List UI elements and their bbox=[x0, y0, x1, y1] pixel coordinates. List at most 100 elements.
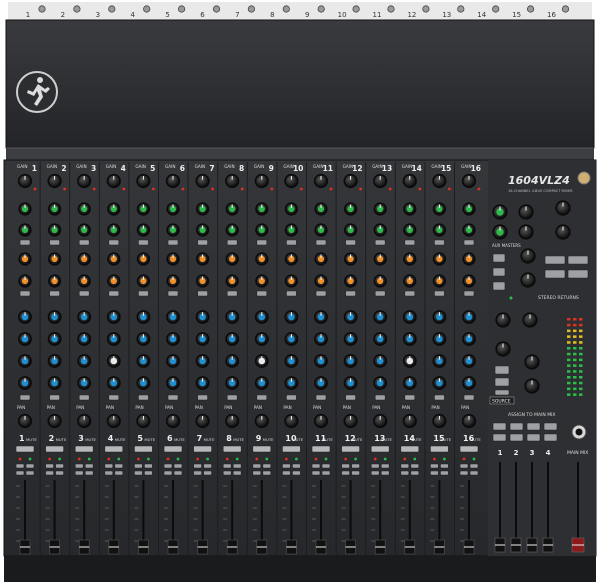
bus-assign-button[interactable] bbox=[282, 463, 291, 469]
eq-low-knob[interactable] bbox=[77, 376, 92, 390]
pre-post-button[interactable] bbox=[374, 239, 386, 246]
bus-assign-button[interactable] bbox=[74, 470, 84, 476]
aux-send-knob[interactable] bbox=[136, 274, 150, 288]
pre-post-button[interactable] bbox=[19, 239, 31, 246]
pan-knob[interactable] bbox=[195, 413, 210, 429]
bus-assign-button[interactable] bbox=[173, 470, 183, 476]
control-room-knob[interactable] bbox=[522, 312, 538, 328]
eq-hi-knob[interactable] bbox=[373, 310, 388, 324]
channel-fader[interactable] bbox=[226, 539, 238, 555]
eq-hi-knob[interactable] bbox=[432, 310, 447, 324]
aux-master-knob[interactable] bbox=[518, 224, 534, 240]
aux-master-knob[interactable] bbox=[518, 204, 534, 220]
mute-button[interactable] bbox=[400, 445, 420, 453]
eq-low-knob[interactable] bbox=[106, 376, 121, 390]
mute-button[interactable] bbox=[430, 445, 449, 453]
eq-freq-knob[interactable] bbox=[373, 354, 388, 368]
low-cut-button[interactable] bbox=[226, 290, 238, 297]
aux-send-knob[interactable] bbox=[225, 252, 239, 266]
low-cut-button[interactable] bbox=[256, 290, 268, 297]
channel-fader[interactable] bbox=[374, 539, 386, 555]
bus-assign-button[interactable] bbox=[380, 470, 390, 476]
assign-to-main-button[interactable] bbox=[526, 422, 541, 431]
pan-knob[interactable] bbox=[165, 413, 181, 429]
pan-knob[interactable] bbox=[373, 413, 388, 429]
eq-low-knob[interactable] bbox=[432, 376, 447, 390]
eq-bypass-button[interactable] bbox=[226, 394, 238, 401]
channel-fader[interactable] bbox=[138, 539, 149, 555]
eq-low-knob[interactable] bbox=[314, 376, 328, 390]
aux-send-knob[interactable] bbox=[432, 252, 446, 266]
eq-hi-knob[interactable] bbox=[136, 310, 151, 324]
pre-post-button[interactable] bbox=[286, 239, 297, 246]
aux-send-knob[interactable] bbox=[432, 223, 446, 237]
bus-assign-button[interactable] bbox=[163, 463, 173, 469]
aux-send-knob[interactable] bbox=[403, 274, 417, 288]
low-cut-button[interactable] bbox=[197, 290, 208, 297]
eq-hi-knob[interactable] bbox=[106, 310, 121, 324]
bus-assign-button[interactable] bbox=[144, 463, 153, 469]
eq-freq-knob[interactable] bbox=[77, 354, 92, 368]
low-cut-button[interactable] bbox=[78, 290, 90, 297]
gain-knob[interactable] bbox=[17, 173, 33, 189]
assign-to-main-button[interactable] bbox=[526, 433, 541, 442]
bus-assign-button[interactable] bbox=[370, 463, 380, 469]
bus-assign-button[interactable] bbox=[45, 470, 54, 476]
bus-assign-button[interactable] bbox=[114, 463, 124, 469]
eq-freq-knob[interactable] bbox=[462, 354, 476, 368]
eq-bypass-button[interactable] bbox=[167, 394, 179, 401]
channel-fader[interactable] bbox=[19, 539, 31, 555]
eq-hi-knob[interactable] bbox=[462, 310, 476, 324]
eq-freq-knob[interactable] bbox=[402, 354, 417, 368]
return-assign-button[interactable] bbox=[567, 255, 589, 265]
bus-assign-button[interactable] bbox=[262, 470, 272, 476]
eq-mid-knob[interactable] bbox=[402, 332, 417, 346]
eq-bypass-button[interactable] bbox=[315, 394, 327, 401]
bus-assign-button[interactable] bbox=[321, 470, 331, 476]
channel-fader[interactable] bbox=[404, 539, 416, 555]
channel-fader[interactable] bbox=[256, 539, 268, 555]
pre-post-button[interactable] bbox=[49, 239, 60, 246]
eq-freq-knob[interactable] bbox=[136, 354, 151, 368]
pan-knob[interactable] bbox=[313, 413, 329, 429]
bus-assign-button[interactable] bbox=[469, 463, 479, 469]
bus-assign-button[interactable] bbox=[55, 463, 64, 469]
aux-send-knob[interactable] bbox=[77, 223, 91, 237]
gain-knob[interactable] bbox=[343, 173, 358, 189]
aux-send-knob[interactable] bbox=[18, 223, 32, 237]
eq-mid-knob[interactable] bbox=[432, 332, 447, 346]
bus-assign-button[interactable] bbox=[370, 470, 380, 476]
channel-fader[interactable] bbox=[108, 539, 120, 555]
eq-mid-knob[interactable] bbox=[462, 332, 476, 346]
bus-assign-button[interactable] bbox=[222, 470, 232, 476]
stereo-return-knob[interactable] bbox=[520, 272, 536, 288]
eq-mid-knob[interactable] bbox=[106, 332, 121, 346]
mute-button[interactable] bbox=[74, 445, 94, 453]
assign-to-main-button[interactable] bbox=[492, 422, 507, 431]
eq-freq-knob[interactable] bbox=[166, 354, 180, 368]
eq-freq-knob[interactable] bbox=[284, 354, 299, 368]
channel-fader[interactable] bbox=[434, 539, 445, 555]
aux-send-knob[interactable] bbox=[107, 223, 121, 237]
pre-post-button[interactable] bbox=[345, 239, 356, 246]
eq-low-knob[interactable] bbox=[284, 376, 299, 390]
channel-fader[interactable] bbox=[78, 539, 90, 555]
bus-assign-button[interactable] bbox=[252, 470, 262, 476]
bus-assign-button[interactable] bbox=[134, 463, 143, 469]
headphone-jack-icon[interactable] bbox=[571, 424, 587, 440]
eq-bypass-button[interactable] bbox=[404, 394, 416, 401]
eq-mid-knob[interactable] bbox=[343, 332, 358, 346]
bus-assign-button[interactable] bbox=[400, 463, 410, 469]
aux-send-knob[interactable] bbox=[462, 202, 476, 216]
aux-send-knob[interactable] bbox=[403, 202, 417, 216]
subgroup-fader[interactable] bbox=[526, 537, 538, 553]
aux-send-knob[interactable] bbox=[284, 252, 298, 266]
aux-send-knob[interactable] bbox=[136, 223, 150, 237]
low-cut-button[interactable] bbox=[374, 290, 386, 297]
stereo-return-knob[interactable] bbox=[555, 224, 571, 240]
bus-assign-button[interactable] bbox=[222, 463, 232, 469]
aux-send-knob[interactable] bbox=[462, 223, 476, 237]
assign-to-main-button[interactable] bbox=[492, 433, 507, 442]
channel-fader[interactable] bbox=[345, 539, 356, 555]
aux-send-knob[interactable] bbox=[48, 252, 62, 266]
